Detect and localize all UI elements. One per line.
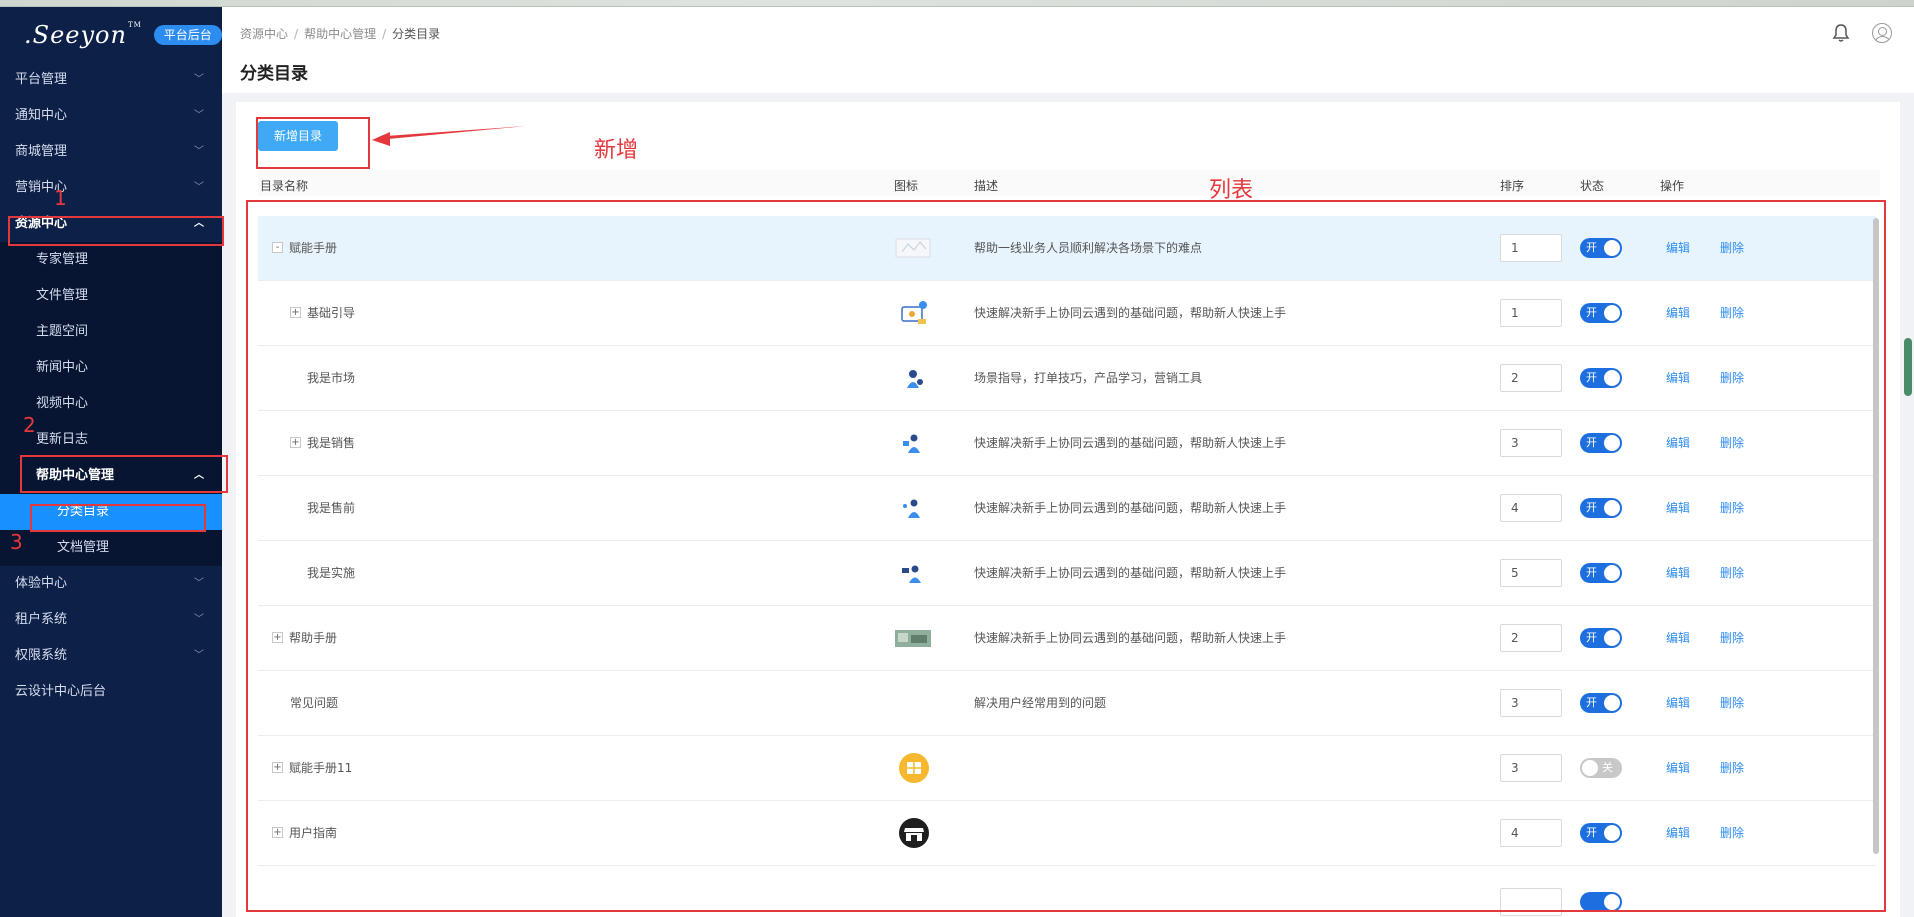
browser-top-strip — [0, 0, 1914, 7]
chevron-down-icon: ﹀ — [194, 146, 204, 157]
page-title: 分类目录 — [240, 64, 308, 84]
brand: .SeeyonTM 平台后台 — [0, 7, 222, 62]
sidebar-item-theme-space[interactable]: 主题空间 — [0, 314, 222, 350]
sidebar-item-experts[interactable]: 专家管理 — [0, 242, 222, 278]
breadcrumb-item[interactable]: 帮助中心管理 — [304, 27, 376, 41]
annotation-box-category — [30, 504, 206, 532]
sidebar-item-docs[interactable]: 文档管理 — [0, 530, 222, 566]
sidebar-item-files[interactable]: 文件管理 — [0, 278, 222, 314]
col-status: 状态 — [1580, 179, 1605, 193]
annotation-num-2: 2 — [23, 413, 36, 437]
annotation-arrow — [372, 126, 526, 146]
sidebar-item-platform[interactable]: 平台管理 ﹀ — [0, 62, 222, 98]
chevron-down-icon: ﹀ — [194, 650, 204, 661]
chevron-down-icon: ﹀ — [194, 614, 204, 625]
sidebar-item-marketing[interactable]: 营销中心 ﹀ — [0, 170, 222, 206]
annotation-add-label: 新增 — [594, 138, 639, 163]
chevron-down-icon: ﹀ — [194, 74, 204, 85]
sidebar-item-cloud-design[interactable]: 云设计中心后台 — [0, 674, 222, 710]
col-icon: 图标 — [894, 179, 919, 193]
table-header: 目录名称 图标 描述 排序 状态 操作 — [258, 170, 1880, 196]
breadcrumb-current: 分类目录 — [392, 27, 441, 41]
annotation-box-add — [256, 117, 370, 169]
sidebar-item-news[interactable]: 新闻中心 — [0, 350, 222, 386]
platform-badge: 平台后台 — [153, 24, 222, 45]
header: 资源中心 / 帮助中心管理 / 分类目录 分类目录 — [222, 7, 1914, 93]
chevron-down-icon: ﹀ — [194, 578, 204, 589]
sidebar-item-permission[interactable]: 权限系统 ﹀ — [0, 638, 222, 674]
annotation-box-help-center — [20, 455, 228, 493]
breadcrumb: 资源中心 / 帮助中心管理 / 分类目录 — [240, 27, 441, 41]
annotation-box-resource — [8, 216, 224, 246]
breadcrumb-item[interactable]: 资源中心 — [240, 27, 288, 41]
annotation-box-list — [246, 200, 1886, 912]
col-sort: 排序 — [1500, 179, 1525, 193]
page-scrollbar[interactable] — [1904, 338, 1912, 396]
avatar[interactable] — [1872, 23, 1892, 43]
sidebar-item-tenant[interactable]: 租户系统 ﹀ — [0, 602, 222, 638]
chevron-down-icon: ﹀ — [194, 110, 204, 121]
sidebar-item-experience[interactable]: 体验中心 ﹀ — [0, 566, 222, 602]
col-desc: 描述 — [974, 179, 999, 193]
annotation-num-3: 3 — [10, 530, 23, 554]
logo: .SeeyonTM — [24, 20, 142, 49]
col-name: 目录名称 — [260, 179, 309, 193]
sidebar-item-mall[interactable]: 商城管理 ﹀ — [0, 134, 222, 170]
bell-icon[interactable] — [1832, 23, 1850, 43]
sidebar-item-notice[interactable]: 通知中心 ﹀ — [0, 98, 222, 134]
col-actions: 操作 — [1660, 179, 1685, 193]
annotation-num-1: 1 — [54, 186, 67, 210]
chevron-down-icon: ﹀ — [194, 182, 204, 193]
